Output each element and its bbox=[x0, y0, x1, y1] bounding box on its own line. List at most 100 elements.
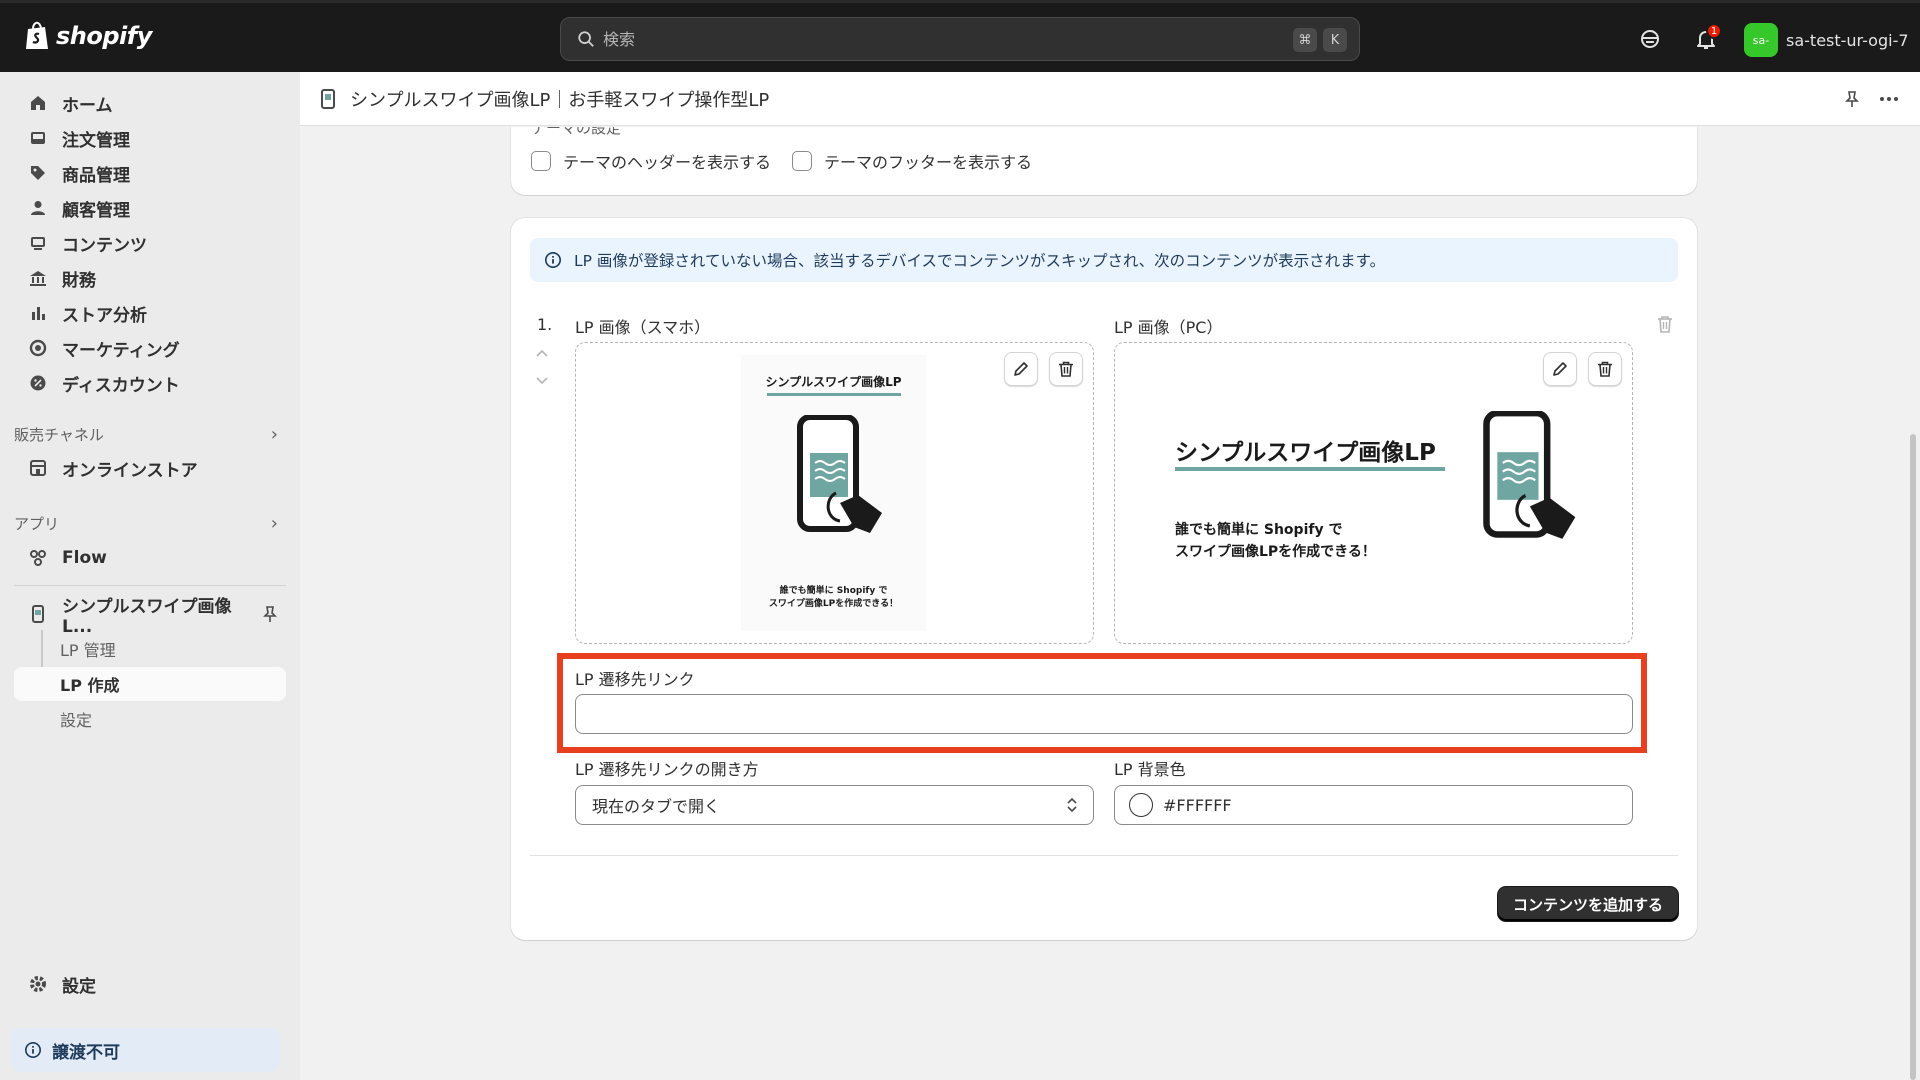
sidebar-item-finance[interactable]: 財務 bbox=[14, 261, 286, 295]
sidebar-item-app-swipe-lp[interactable]: シンプルスワイプ画像L... bbox=[14, 597, 286, 637]
target-icon bbox=[29, 339, 47, 357]
bg-color-label: LP 背景色 bbox=[1114, 760, 1186, 779]
more-options-icon[interactable] bbox=[1878, 89, 1900, 109]
bar-chart-icon bbox=[32, 307, 45, 320]
sidebar-divider bbox=[14, 585, 286, 586]
sidebar-item-analytics[interactable]: ストア分析 bbox=[14, 296, 286, 330]
select-arrows-icon bbox=[1067, 797, 1077, 813]
shopify-bag-icon bbox=[26, 21, 48, 49]
show-footer-checkbox[interactable] bbox=[792, 151, 812, 171]
inbox-icon bbox=[31, 132, 45, 144]
move-down-icon[interactable] bbox=[534, 372, 550, 388]
sp-image-title: シンプルスワイプ画像LP bbox=[765, 375, 902, 389]
show-header-label: テーマのヘッダーを表示する bbox=[563, 153, 772, 172]
open-method-label: LP 遷移先リンクの開き方 bbox=[575, 760, 759, 779]
pc-image-preview: シンプルスワイプ画像LP 誰でも簡単に Shopify で スワイプ画像LPを作… bbox=[1127, 403, 1622, 603]
phone-swipe-illustration bbox=[797, 415, 882, 533]
pc-image-line1: 誰でも簡単に Shopify で bbox=[1175, 522, 1343, 538]
pc-image-underline bbox=[1175, 467, 1445, 471]
color-swatch[interactable] bbox=[1129, 793, 1153, 817]
shortcut-k-key: K bbox=[1323, 28, 1347, 52]
store-switcher-icon[interactable] bbox=[1638, 27, 1662, 51]
apps-label: アプリ bbox=[14, 515, 60, 533]
sales-channels-section[interactable]: 販売チャネル › bbox=[14, 424, 286, 445]
phone-app-icon bbox=[321, 89, 335, 109]
info-banner: LP 画像が登録されていない場合、該当するデバイスでコンテンツがスキップされ、次… bbox=[530, 238, 1678, 282]
show-footer-checkbox-row[interactable]: テーマのフッターを表示する bbox=[792, 149, 1032, 173]
search-icon bbox=[578, 31, 594, 47]
pin-icon[interactable] bbox=[1842, 89, 1862, 109]
phone-swipe-illustration bbox=[1483, 411, 1576, 539]
sidebar-item-marketing[interactable]: マーケティング bbox=[14, 331, 286, 365]
sidebar-item-lp-manage[interactable]: LP 管理 bbox=[14, 632, 286, 666]
card-divider bbox=[530, 855, 1678, 856]
search-bar[interactable]: ⌘ K bbox=[560, 17, 1360, 61]
open-method-select[interactable]: 現在のタブで開く bbox=[575, 785, 1094, 825]
sp-image-underline bbox=[767, 393, 901, 396]
show-footer-label: テーマのフッターを表示する bbox=[824, 153, 1033, 172]
sidebar-item-label: ストア分析 bbox=[62, 305, 147, 326]
sidebar-item-label: シンプルスワイプ画像L... bbox=[62, 596, 232, 637]
sidebar-item-label: マーケティング bbox=[62, 340, 180, 361]
bg-color-field[interactable]: #FFFFFF bbox=[1114, 785, 1633, 825]
show-header-checkbox-row[interactable]: テーマのヘッダーを表示する bbox=[531, 149, 771, 173]
store-avatar: sa- bbox=[1744, 23, 1778, 57]
chevron-right-icon: › bbox=[270, 424, 278, 445]
home-icon bbox=[31, 96, 45, 110]
pc-delete-button[interactable] bbox=[1588, 352, 1622, 386]
sp-image-preview: シンプルスワイプ画像LP 誰でも簡単に Shopify で スワイプ画像LPを作… bbox=[741, 355, 926, 631]
sidebar-item-label: 設定 bbox=[62, 976, 96, 997]
show-header-checkbox[interactable] bbox=[531, 151, 551, 171]
sidebar-item-flow[interactable]: Flow bbox=[14, 541, 286, 575]
sidebar-item-label: ホーム bbox=[62, 95, 113, 116]
scrollbar-thumb[interactable] bbox=[1910, 434, 1916, 1080]
sidebar-item-home[interactable]: ホーム bbox=[14, 86, 286, 120]
sp-image-line2: スワイプ画像LPを作成できる！ bbox=[768, 599, 899, 609]
phone-app-icon bbox=[32, 605, 44, 623]
sidebar-item-label: コンテンツ bbox=[62, 235, 147, 256]
sidebar-item-app-settings[interactable]: 設定 bbox=[14, 702, 286, 736]
discount-icon bbox=[30, 375, 46, 391]
theme-section-label: テーマの設定 bbox=[531, 127, 622, 137]
notification-badge: 1 bbox=[1706, 23, 1722, 39]
move-up-icon[interactable] bbox=[534, 346, 550, 362]
sidebar-item-lp-create[interactable]: LP 作成 bbox=[14, 667, 286, 701]
pc-edit-button[interactable] bbox=[1543, 352, 1577, 386]
apps-section[interactable]: アプリ › bbox=[14, 513, 286, 534]
sidebar-item-products[interactable]: 商品管理 bbox=[14, 156, 286, 190]
open-method-value: 現在のタブで開く bbox=[592, 797, 721, 816]
sidebar-item-orders[interactable]: 注文管理 bbox=[14, 121, 286, 155]
page-title: シンプルスワイプ画像LP｜お手軽スワイプ操作型LP bbox=[350, 90, 770, 111]
pencil-icon bbox=[1014, 362, 1028, 376]
non-transferable-notice[interactable]: 譲渡不可 bbox=[10, 1028, 280, 1072]
sidebar-item-settings[interactable]: 設定 bbox=[14, 967, 286, 1001]
content-index: 1. bbox=[537, 315, 553, 334]
shopify-logo[interactable]: shopify bbox=[24, 21, 152, 51]
sidebar-item-content[interactable]: コンテンツ bbox=[14, 226, 286, 260]
sidebar-item-label: ディスカウント bbox=[62, 375, 180, 396]
bg-color-value: #FFFFFF bbox=[1163, 795, 1232, 815]
pc-image-line2: スワイプ画像LPを作成できる！ bbox=[1175, 544, 1376, 560]
app-title-bar: シンプルスワイプ画像LP｜お手軽スワイプ操作型LP bbox=[300, 72, 1920, 126]
tag-icon bbox=[31, 166, 45, 180]
pc-image-title: シンプルスワイプ画像LP bbox=[1175, 440, 1436, 466]
storefront-icon bbox=[30, 460, 46, 476]
info-icon bbox=[24, 1041, 42, 1059]
pc-image-dropzone[interactable]: シンプルスワイプ画像LP 誰でも簡単に Shopify で スワイプ画像LPを作… bbox=[1114, 342, 1633, 644]
store-menu[interactable]: sa- sa-test-ur-ogi-7 bbox=[1744, 23, 1909, 57]
sidebar-item-customers[interactable]: 顧客管理 bbox=[14, 191, 286, 225]
sidebar-item-discounts[interactable]: ディスカウント bbox=[14, 366, 286, 400]
sidebar-item-online-store[interactable]: オンラインストア bbox=[14, 451, 286, 485]
delete-content-icon[interactable] bbox=[1656, 314, 1674, 334]
sp-edit-button[interactable] bbox=[1004, 352, 1038, 386]
pin-icon[interactable] bbox=[260, 604, 280, 624]
sp-delete-button[interactable] bbox=[1049, 352, 1083, 386]
sp-image-dropzone[interactable]: シンプルスワイプ画像LP 誰でも簡単に Shopify で スワイプ画像LPを作… bbox=[575, 342, 1094, 644]
info-text: LP 画像が登録されていない場合、該当するデバイスでコンテンツがスキップされ、次… bbox=[574, 252, 1386, 270]
add-content-button[interactable]: コンテンツを追加する bbox=[1498, 887, 1678, 921]
shortcut-cmd-key: ⌘ bbox=[1293, 28, 1317, 52]
search-input[interactable] bbox=[603, 29, 1263, 49]
sidebar-item-label: Flow bbox=[62, 548, 107, 568]
notice-label: 譲渡不可 bbox=[52, 1042, 120, 1063]
bank-icon bbox=[30, 271, 46, 286]
